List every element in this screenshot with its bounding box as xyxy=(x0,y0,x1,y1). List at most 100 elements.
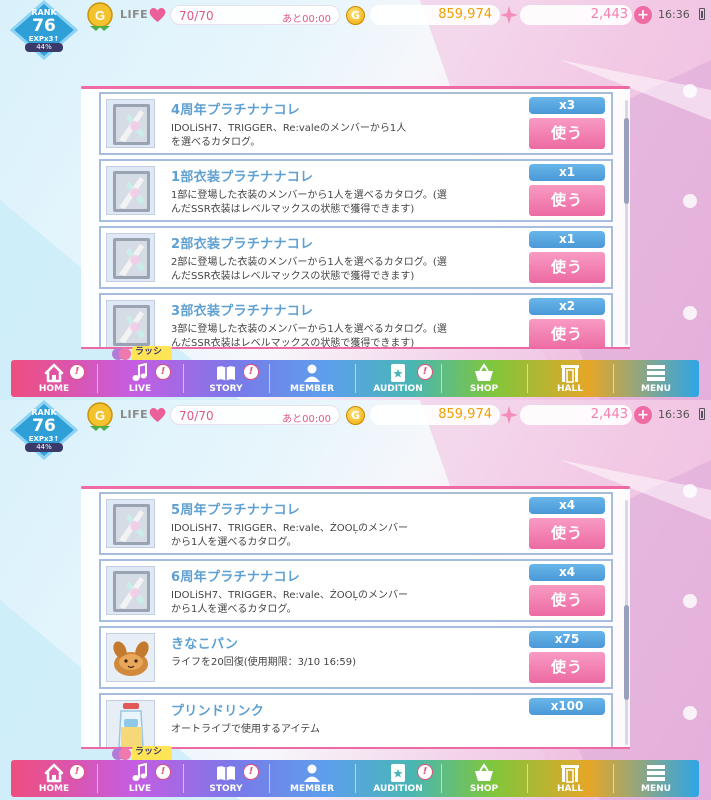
nav-audition[interactable]: AUDITION ! xyxy=(355,760,441,797)
nav-menu[interactable]: MENU xyxy=(613,360,699,397)
catalog-book-icon xyxy=(106,499,155,548)
stamina-timer: あと00:00 xyxy=(282,14,331,25)
gold-coin-icon: G xyxy=(346,6,365,25)
use-button[interactable]: 使う xyxy=(529,252,605,283)
sparkle-icon xyxy=(500,6,518,24)
nav-label: AUDITION xyxy=(373,784,423,794)
catalog-book-icon xyxy=(106,566,155,615)
heart-icon xyxy=(149,408,166,422)
rush-character-icon xyxy=(112,748,131,760)
notification-badge: ! xyxy=(69,764,85,780)
menu-icon xyxy=(647,765,665,781)
item-quantity: x4 xyxy=(529,497,605,514)
basket-icon xyxy=(475,763,493,781)
scrollbar-thumb[interactable] xyxy=(624,118,629,204)
battery-icon xyxy=(699,408,705,420)
list-item[interactable]: 5周年プラチナナコレ IDOLiSH7、TRIGGER、Re:vale、ŹOOĻ… xyxy=(99,492,613,555)
item-description: 1部に登場した衣装のメンバーから1人を選べるカタログ。(選 んだSSR衣装はレベ… xyxy=(171,190,447,215)
use-button[interactable]: 使う xyxy=(529,319,605,347)
music-note-icon xyxy=(132,363,147,381)
item-description: IDOLiSH7、TRIGGER、Re:vale、ŹOOĻのメンバー から1人を… xyxy=(171,523,409,548)
nav-member[interactable]: MEMBER xyxy=(269,360,355,397)
use-button[interactable]: 使う xyxy=(529,185,605,216)
catalog-book-icon xyxy=(106,233,155,282)
side-dot-icon xyxy=(683,306,697,320)
gold-medal-icon[interactable]: G xyxy=(86,402,114,432)
house-icon xyxy=(44,363,64,383)
nav-home[interactable]: HOME ! xyxy=(11,760,97,797)
bottom-nav: HOME ! LIVE ! STORY ! MEMBER AUDITION ! xyxy=(11,760,699,797)
use-button[interactable]: 使う xyxy=(529,585,605,616)
exp-percent: 44% xyxy=(25,443,63,452)
item-description: IDOLiSH7、TRIGGER、Re:vale、ŹOOĻのメンバー から1人を… xyxy=(171,590,409,615)
add-gems-button[interactable]: + xyxy=(634,406,652,424)
item-description: オートライブで使用するアイテム xyxy=(171,724,320,735)
nav-live[interactable]: LIVE ! xyxy=(97,360,183,397)
item-name: 3部衣装プラチナナコレ xyxy=(171,304,314,319)
kinako-bread-icon xyxy=(106,633,155,682)
nav-hall[interactable]: HALL xyxy=(527,360,613,397)
nav-label: MEMBER xyxy=(290,784,334,794)
nav-member[interactable]: MEMBER xyxy=(269,760,355,797)
rank-badge[interactable]: RANK 76 EXPx3↑ 44% xyxy=(10,400,78,460)
add-gems-button[interactable]: + xyxy=(634,6,652,24)
nav-hall[interactable]: HALL xyxy=(527,760,613,797)
bottom-nav: HOME ! LIVE ! STORY ! MEMBER AUDITION ! xyxy=(11,360,699,397)
use-button[interactable]: 使う xyxy=(529,652,605,683)
music-note-icon xyxy=(132,763,147,781)
nav-story[interactable]: STORY ! xyxy=(183,760,269,797)
side-dot-icon xyxy=(683,194,697,208)
gate-icon xyxy=(561,365,579,383)
item-list[interactable]: 4周年プラチナナコレ IDOLiSH7、TRIGGER、Re:valeのメンバー… xyxy=(81,89,630,347)
nav-live[interactable]: LIVE ! xyxy=(97,760,183,797)
list-item[interactable]: 3部衣装プラチナナコレ 3部に登場した衣装のメンバーから1人を選べるカタログ。(… xyxy=(99,293,613,347)
gold-coin-icon: G xyxy=(346,406,365,425)
nav-label: MENU xyxy=(641,384,671,394)
side-dot-icon xyxy=(683,594,697,608)
rush-tag[interactable]: ラッシュ xyxy=(110,346,172,372)
item-name: 1部衣装プラチナナコレ xyxy=(171,170,314,185)
nav-story[interactable]: STORY ! xyxy=(183,360,269,397)
list-item[interactable]: きなこパン ライフを20回復(使用期限：3/10 16:59) x75 使う xyxy=(99,626,613,689)
catalog-book-icon xyxy=(106,300,155,347)
nav-label: HOME xyxy=(38,384,70,394)
nav-shop[interactable]: SHOP xyxy=(441,360,527,397)
nav-label: LIVE xyxy=(128,384,152,394)
item-name: プリンドリンク xyxy=(171,704,265,719)
notification-badge: ! xyxy=(417,364,433,380)
nav-home[interactable]: HOME ! xyxy=(11,360,97,397)
notification-badge: ! xyxy=(155,364,171,380)
open-book-icon xyxy=(217,766,235,781)
nav-label: HALL xyxy=(557,784,583,794)
nav-shop[interactable]: SHOP xyxy=(441,760,527,797)
nav-label: LIVE xyxy=(128,784,152,794)
item-quantity: x3 xyxy=(529,97,605,114)
item-list[interactable]: 5周年プラチナナコレ IDOLiSH7、TRIGGER、Re:vale、ŹOOĻ… xyxy=(81,489,630,747)
rank-badge[interactable]: RANK 76 EXPx3↑ 44% xyxy=(10,0,78,60)
person-icon xyxy=(304,764,320,782)
item-quantity: x1 xyxy=(529,164,605,181)
gold-medal-icon[interactable]: G xyxy=(86,2,114,32)
use-button[interactable]: 使う xyxy=(529,118,605,149)
list-item[interactable]: 6周年プラチナナコレ IDOLiSH7、TRIGGER、Re:vale、ŹOOĻ… xyxy=(99,559,613,622)
scrollbar-thumb[interactable] xyxy=(624,605,629,700)
stamina-value: 70/70 xyxy=(179,9,214,23)
gem-amount: 2,443 xyxy=(520,405,632,425)
catalog-book-icon xyxy=(106,166,155,215)
side-dot-icon xyxy=(683,706,697,720)
list-item[interactable]: 1部衣装プラチナナコレ 1部に登場した衣装のメンバーから1人を選べるカタログ。(… xyxy=(99,159,613,222)
item-name: 5周年プラチナナコレ xyxy=(171,503,301,518)
use-button[interactable]: 使う xyxy=(529,518,605,549)
list-item[interactable]: 2部衣装プラチナナコレ 2部に登場した衣装のメンバーから1人を選べるカタログ。(… xyxy=(99,226,613,289)
nav-menu[interactable]: MENU xyxy=(613,760,699,797)
list-item[interactable]: 4周年プラチナナコレ IDOLiSH7、TRIGGER、Re:valeのメンバー… xyxy=(99,92,613,155)
item-quantity: x100 xyxy=(529,698,605,715)
stamina-bar: 70/70 あと00:00 xyxy=(170,405,340,425)
rush-tag[interactable]: ラッシュ xyxy=(110,746,172,772)
item-quantity: x2 xyxy=(529,298,605,315)
nav-audition[interactable]: AUDITION ! xyxy=(355,360,441,397)
screen-2: RANK 76 EXPx3↑ 44% G LIFE 70/70 あと00:00 … xyxy=(0,400,711,800)
list-item[interactable]: プリンドリンク オートライブで使用するアイテム x100 xyxy=(99,693,613,747)
notification-badge: ! xyxy=(243,364,259,380)
nav-label: HOME xyxy=(38,784,70,794)
